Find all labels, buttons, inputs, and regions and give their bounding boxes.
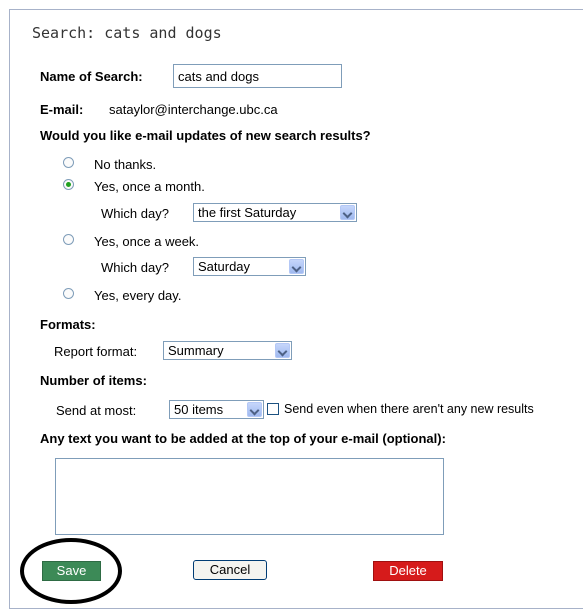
name-of-search-label: Name of Search: [40,69,143,84]
radio-weekly-label: Yes, once a week. [94,234,200,249]
email-value: sataylor@interchange.ubc.ca [109,102,278,117]
optional-text-heading: Any text you want to be added at the top… [40,431,446,446]
report-format-select[interactable]: Summary [163,341,292,360]
monthly-day-select[interactable]: the first Saturday [193,203,357,222]
email-header-textarea[interactable] [55,458,444,535]
chevron-down-icon [247,402,262,417]
radio-monthly-label: Yes, once a month. [94,179,205,194]
report-format-value: Summary [168,343,224,358]
send-even-checkbox[interactable] [267,403,279,415]
chevron-down-icon [340,205,355,220]
radio-monthly[interactable] [63,179,74,190]
chevron-down-icon [275,343,290,358]
cancel-button[interactable]: Cancel [193,560,267,580]
weekly-day-value: Saturday [198,259,251,274]
updates-question: Would you like e-mail updates of new sea… [40,128,371,143]
send-at-most-label: Send at most: [56,403,137,418]
radio-daily[interactable] [63,288,74,299]
name-of-search-input[interactable] [173,64,342,88]
radio-no-thanks[interactable] [63,157,74,168]
radio-weekly[interactable] [63,234,74,245]
chevron-down-icon [289,259,304,274]
send-at-most-select[interactable]: 50 items [169,400,264,419]
weekly-day-select[interactable]: Saturday [193,257,306,276]
formats-heading: Formats: [40,317,96,332]
weekly-which-day-label: Which day? [101,260,169,275]
send-at-most-value: 50 items [174,402,224,417]
send-even-label: Send even when there aren't any new resu… [284,402,534,416]
page-title: Search: cats and dogs [32,24,222,42]
monthly-day-value: the first Saturday [198,205,297,220]
email-label: E-mail: [40,102,84,117]
highlight-circle [20,538,122,604]
delete-button[interactable]: Delete [373,561,443,581]
report-format-label: Report format: [54,344,138,359]
radio-daily-label: Yes, every day. [94,288,182,303]
number-of-items-heading: Number of items: [40,373,147,388]
monthly-which-day-label: Which day? [101,206,169,221]
radio-no-thanks-label: No thanks. [94,157,157,172]
